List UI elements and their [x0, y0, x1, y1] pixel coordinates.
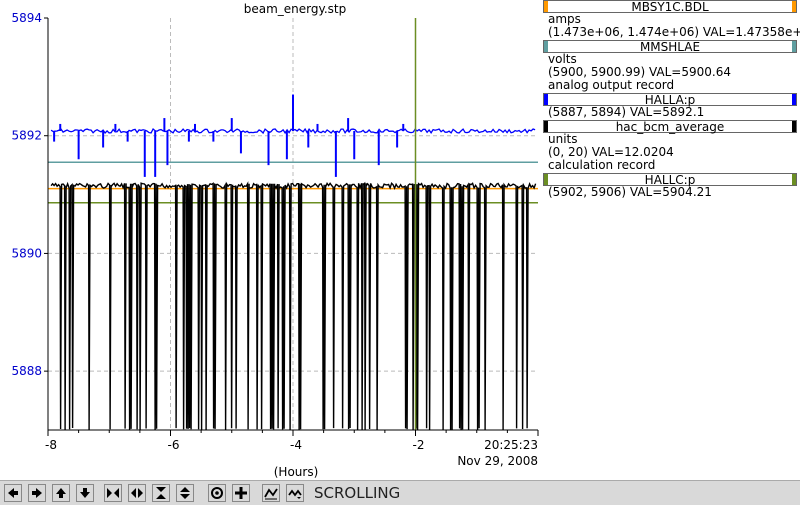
zoom-out-y-button[interactable]	[176, 484, 194, 502]
legend-color-swatch	[544, 41, 548, 52]
legend-color-swatch	[544, 1, 548, 12]
status-label: SCROLLING	[314, 484, 401, 502]
x-tick-label: -6	[168, 438, 180, 452]
arrow-up-icon	[56, 488, 66, 498]
grid-lines	[47, 18, 538, 430]
zoom-in-y-icon	[156, 487, 166, 499]
zoom-out-x-button[interactable]	[128, 484, 146, 502]
legend-color-swatch	[544, 121, 548, 132]
legend-color-swatch	[792, 94, 796, 105]
arrow-left-button[interactable]	[4, 484, 22, 502]
x-axis-end-date: Nov 29, 2008	[457, 454, 538, 468]
arrow-down-button[interactable]	[76, 484, 94, 502]
x-tick-label: -4	[290, 438, 302, 452]
arrow-up-button[interactable]	[52, 484, 70, 502]
legend-panel: MBSY1C.BDL amps (1.473e+06, 1.474e+06) VAL…	[541, 0, 800, 480]
arrow-right-icon	[32, 488, 42, 498]
zoom-in-y-button[interactable]	[152, 484, 170, 502]
legend-detail-line: (5887, 5894) VAL=5892.1	[548, 105, 705, 119]
toolbar: SCROLLING	[0, 480, 800, 505]
arrow-down-icon	[80, 488, 90, 498]
zoom-in-icon	[235, 487, 247, 499]
legend-color-swatch	[544, 94, 548, 105]
legend-color-swatch	[792, 1, 796, 12]
autoscale-button[interactable]	[262, 484, 280, 502]
x-tick-label: -2	[413, 438, 425, 452]
zoom-reset-button[interactable]	[208, 484, 226, 502]
arrow-right-button[interactable]	[28, 484, 46, 502]
autoscale-icon	[264, 488, 278, 500]
chart-title: beam_energy.stp	[244, 2, 347, 16]
arrow-left-icon	[8, 488, 18, 498]
zoom-reset-icon	[211, 487, 223, 499]
legend-detail-line: (1.473e+06, 1.474e+06) VAL=1.47358e+06	[548, 25, 800, 39]
x-axis-label: (Hours)	[274, 465, 319, 479]
legend-entry-mmshlae[interactable]: MMSHLAE	[543, 40, 797, 54]
x-axis-ticks: -8 -6 -4 -2	[45, 430, 539, 452]
zoom-out-x-icon	[131, 488, 143, 498]
y-tick-label: 5894	[11, 11, 42, 25]
zoom-in-button[interactable]	[232, 484, 250, 502]
legend-entry-hac-bcm-average[interactable]: hac_bcm_average	[543, 120, 797, 134]
legend-color-swatch	[792, 41, 796, 52]
legend-detail-line: (5902, 5906) VAL=5904.21	[548, 185, 712, 199]
legend-detail-line: analog output record	[548, 78, 675, 92]
legend-name: MBSY1C.BDL	[631, 0, 709, 14]
y-tick-label: 5890	[11, 246, 42, 260]
legend-color-swatch	[792, 174, 796, 185]
legend-color-swatch	[792, 121, 796, 132]
zoom-in-x-button[interactable]	[104, 484, 122, 502]
x-axis-end-time: 20:25:23	[484, 438, 538, 452]
strip-chart[interactable]: beam_energy.stp 5888589058925894 -8 -6 -4-…	[0, 0, 541, 480]
scroll-icon	[288, 489, 302, 499]
zoom-out-y-icon	[180, 487, 190, 499]
legend-name: MMSHLAE	[639, 40, 701, 54]
legend-detail-line: calculation record	[548, 158, 656, 172]
legend-color-swatch	[544, 174, 548, 185]
legend-name: hac_bcm_average	[615, 120, 725, 134]
legend-entry-mbsy1c-bdl[interactable]: MBSY1C.BDL	[543, 0, 797, 14]
y-tick-label: 5888	[11, 364, 42, 378]
x-tick-label: -8	[45, 438, 57, 452]
zoom-in-x-icon	[107, 488, 119, 498]
scroll-button[interactable]	[286, 484, 304, 502]
y-axis-ticks: 5888 5890 5892 5894	[11, 11, 48, 378]
y-tick-label: 5892	[11, 129, 42, 143]
